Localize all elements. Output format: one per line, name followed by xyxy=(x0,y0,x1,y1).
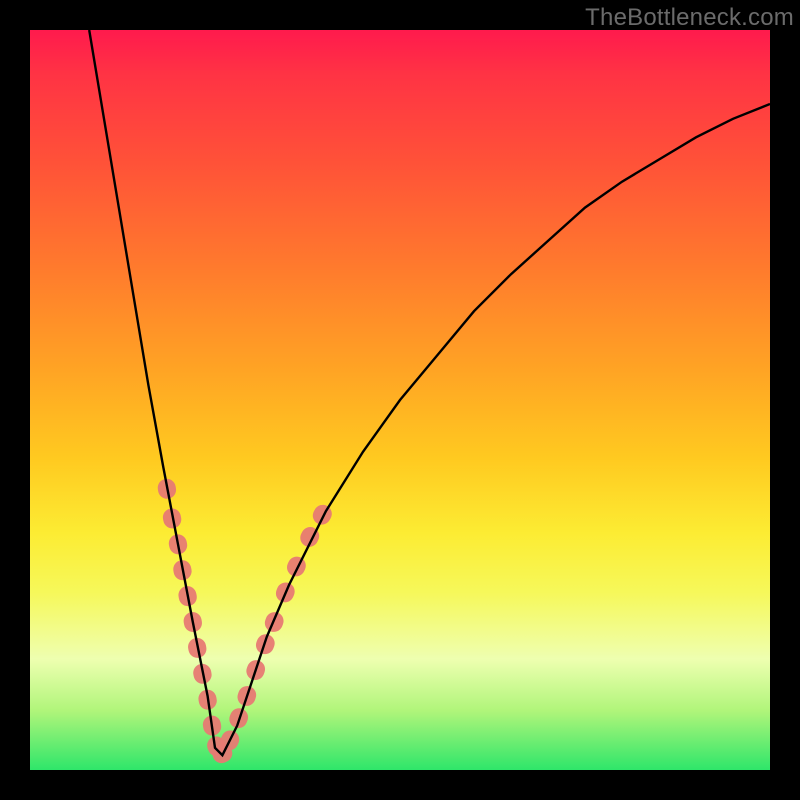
curve-marker xyxy=(284,554,309,580)
curve-marker xyxy=(310,502,336,528)
chart-stage: TheBottleneck.com xyxy=(0,0,800,800)
plot-area xyxy=(30,30,770,770)
watermark-text: TheBottleneck.com xyxy=(585,4,794,32)
curve-svg xyxy=(30,30,770,770)
marker-group xyxy=(156,477,335,766)
